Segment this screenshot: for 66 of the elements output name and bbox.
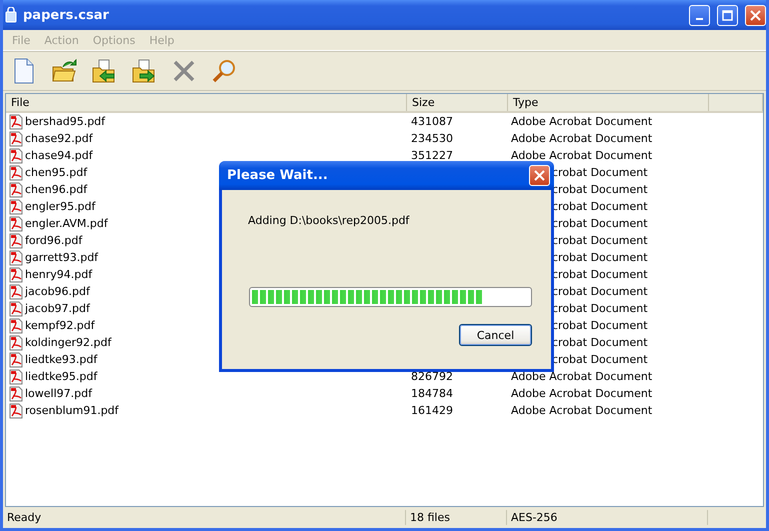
file-size: 234530 (411, 132, 453, 145)
pdf-file-icon (9, 368, 23, 384)
file-name: jacob97.pdf (25, 300, 90, 316)
status-text: AES-256 (507, 510, 708, 525)
dialog-title: Please Wait... (227, 168, 329, 183)
file-name: chase92.pdf (25, 130, 93, 146)
file-name: bershad95.pdf (25, 114, 106, 130)
pdf-file-icon (9, 352, 23, 368)
file-name: ford96.pdf (25, 232, 82, 248)
file-type: Adobe Acrobat Document (511, 404, 652, 417)
pdf-file-icon (9, 386, 23, 402)
file-name: jacob96.pdf (25, 284, 90, 300)
file-type: Adobe Acrobat Document (511, 387, 652, 400)
file-name: lowell97.pdf (25, 386, 92, 402)
file-name: liedtke93.pdf (25, 352, 98, 368)
window-title: papers.csar (23, 8, 110, 22)
file-size: 161429 (411, 404, 453, 417)
pdf-file-icon (9, 182, 23, 198)
file-name: koldinger92.pdf (25, 334, 112, 350)
file-size: 351227 (411, 149, 453, 162)
status-text: 18 files (406, 510, 507, 525)
cancel-button[interactable]: Cancel (459, 324, 532, 346)
pdf-file-icon (9, 148, 23, 164)
pdf-file-icon (9, 198, 23, 214)
close-icon (750, 10, 761, 20)
progress-message: Adding D:\books\rep2005.pdf (248, 214, 410, 227)
file-name: henry94.pdf (25, 266, 92, 282)
file-name: kempf92.pdf (25, 318, 95, 334)
file-name: engler.AVM.pdf (25, 216, 108, 232)
pdf-file-icon (9, 216, 23, 232)
pdf-file-icon (9, 284, 23, 300)
file-name: chen95.pdf (25, 164, 88, 180)
pdf-file-icon (9, 318, 23, 334)
pdf-file-icon (9, 402, 23, 418)
file-size: 184784 (411, 387, 453, 400)
pdf-file-icon (9, 164, 23, 180)
file-type: Adobe Acrobat Document (511, 115, 652, 128)
status-text: Ready (3, 510, 406, 525)
minimize-button[interactable] (689, 4, 710, 26)
pdf-file-icon (9, 130, 23, 146)
pdf-file-icon (9, 334, 23, 350)
pdf-file-icon (9, 250, 23, 266)
pdf-file-icon (9, 232, 23, 248)
close-button[interactable] (529, 165, 550, 186)
file-name: rosenblum91.pdf (25, 402, 119, 418)
close-icon (534, 170, 545, 181)
file-name: chase94.pdf (25, 148, 93, 164)
file-name: chen96.pdf (25, 182, 88, 198)
minimize-icon (696, 18, 703, 20)
file-name: liedtke95.pdf (25, 368, 98, 384)
column-header[interactable]: Type (508, 94, 709, 111)
file-name: engler95.pdf (25, 198, 96, 214)
column-header[interactable]: File (6, 94, 407, 111)
maximize-button[interactable] (717, 4, 738, 26)
file-type: Adobe Acrobat Document (511, 370, 652, 383)
column-header[interactable]: Size (407, 94, 508, 111)
file-size: 826792 (411, 370, 453, 383)
maximize-icon (722, 10, 733, 20)
close-button[interactable] (745, 4, 766, 26)
pdf-file-icon (9, 300, 23, 316)
file-type: Adobe Acrobat Document (511, 132, 652, 145)
file-size: 431087 (411, 115, 453, 128)
file-type: Adobe Acrobat Document (511, 149, 652, 162)
pdf-file-icon (9, 266, 23, 282)
pdf-file-icon (9, 114, 23, 130)
file-name: garrett93.pdf (25, 250, 98, 266)
